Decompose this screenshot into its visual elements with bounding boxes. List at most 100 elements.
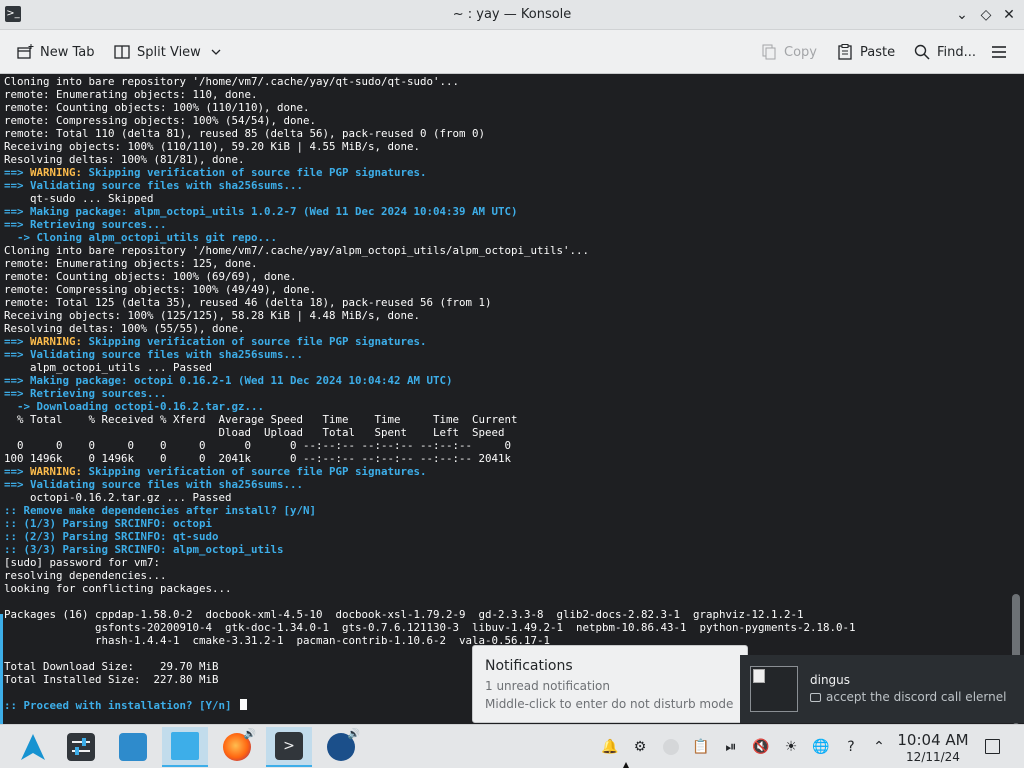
kde-connect-icon[interactable]: ⚙ <box>630 737 650 757</box>
clock-date[interactable]: 12/11/24 <box>886 750 980 764</box>
terminal-text: octopi-0.16.2.tar.gz ... Passed <box>4 491 232 504</box>
terminal-line: Dload Upload Total Spent Left Speed <box>4 426 856 439</box>
terminal-text: ==> <box>4 205 31 218</box>
terminal-line: ==> WARNING: Skipping verification of so… <box>4 166 856 179</box>
split-view-label: Split View <box>137 44 201 60</box>
terminal-text: Cloning into bare repository '/home/vm7/… <box>4 75 460 88</box>
terminal-text: resolving dependencies... <box>4 569 167 582</box>
hamburger-menu-icon <box>992 46 1006 58</box>
terminal-line: remote: Enumerating objects: 110, done. <box>4 88 856 101</box>
clipboard-icon[interactable]: 📋 <box>691 737 711 757</box>
paste-label: Paste <box>860 44 896 60</box>
terminal-text: WARNING: <box>30 166 83 179</box>
terminal-text: Making package: octopi 0.16.2-1 (Wed 11 … <box>30 374 453 387</box>
help-icon[interactable]: ? <box>841 737 861 757</box>
terminal-line: remote: Enumerating objects: 125, done. <box>4 257 856 270</box>
brightness-icon[interactable]: ☀ <box>781 737 801 757</box>
new-tab-label: New Tab <box>40 44 95 60</box>
terminal-line: remote: Counting objects: 100% (69/69), … <box>4 270 856 283</box>
terminal-line: remote: Total 125 (delta 35), reused 46 … <box>4 296 856 309</box>
shopping-bag-icon <box>119 733 147 761</box>
terminal-line: looking for conflicting packages... <box>4 582 856 595</box>
konsole-task[interactable]: > <box>266 727 312 767</box>
search-icon <box>914 44 930 60</box>
terminal-line: :: (3/3) Parsing SRCINFO: alpm_octopi_ut… <box>4 543 856 556</box>
terminal-text: rhash-1.4.4-1 cmake-3.31.2-1 pacman-cont… <box>4 634 551 647</box>
terminal-text: remote: Total 110 (delta 81), reused 85 … <box>4 127 486 140</box>
paste-button[interactable]: Paste <box>836 39 895 65</box>
terminal-line: :: Remove make dependencies after instal… <box>4 504 856 517</box>
terminal-line: Cloning into bare repository '/home/vm7/… <box>4 75 856 88</box>
arch-linux-icon <box>21 734 45 760</box>
close-icon[interactable]: ✕ <box>999 5 1019 25</box>
terminal-line: remote: Total 110 (delta 81), reused 85 … <box>4 127 856 140</box>
minimize-icon[interactable]: ⌄ <box>952 5 972 25</box>
audio-playing-icon: 🔊 <box>243 729 256 740</box>
terminal-text: ==> <box>4 348 31 361</box>
discover-store-task[interactable] <box>110 727 156 767</box>
terminal-line: ==> Validating source files with sha256s… <box>4 478 856 491</box>
terminal-text: -> <box>4 231 37 244</box>
terminal-text: WARNING: <box>30 465 83 478</box>
terminal-text: 100 1496k 0 1496k 0 0 2041k 0 --:--:-- -… <box>4 452 512 465</box>
split-view-button[interactable]: Split View <box>113 39 225 65</box>
taskbar: 🔊 > 🔊 🔔 ⚙ 📋 ⏯ 🔇 ☀ 🌐 ? ⌃ 10:04 AM 12/11/2… <box>0 724 1024 768</box>
media-player-icon[interactable]: ⏯ <box>721 737 741 757</box>
terminal-line: resolving dependencies... <box>4 569 856 582</box>
terminal-text: remote: Total 125 (delta 35), reused 46 … <box>4 296 492 309</box>
terminal-text: Dload Upload Total Spent Left Speed <box>4 426 505 439</box>
title-bar: >_ ~ : yay — Konsole ⌄ ◇ ✕ <box>0 0 1024 30</box>
terminal-text: ==> <box>4 335 31 348</box>
system-settings-task[interactable] <box>58 727 104 767</box>
clock-time[interactable]: 10:04 AM <box>886 731 980 749</box>
notification-toast[interactable]: dingus accept the discord call elernel <box>740 655 1024 723</box>
settings-sliders-icon <box>67 733 95 761</box>
terminal-text: ==> <box>4 218 31 231</box>
message-icon <box>810 693 821 702</box>
notifications-popup[interactable]: Notifications 1 unread notification Midd… <box>472 645 748 723</box>
find-button[interactable]: Find... <box>913 39 976 65</box>
terminal-line: Packages (16) cppdap-1.58.0-2 docbook-xm… <box>4 608 856 621</box>
application-launcher-button[interactable] <box>10 727 56 767</box>
status-indicator-icon[interactable] <box>661 737 681 757</box>
file-manager-task[interactable] <box>162 727 208 767</box>
firefox-task[interactable]: 🔊 <box>214 727 260 767</box>
terminal-text: Validating source files with sha256sums.… <box>30 179 304 192</box>
notifications-title: Notifications <box>485 658 573 674</box>
network-icon[interactable]: 🌐 <box>811 737 831 757</box>
terminal-line: ==> Making package: alpm_octopi_utils 1.… <box>4 205 856 218</box>
terminal-view[interactable]: Cloning into bare repository '/home/vm7/… <box>0 74 1024 724</box>
terminal-line: ==> WARNING: Skipping verification of so… <box>4 335 856 348</box>
new-tab-button[interactable]: New Tab <box>16 39 95 65</box>
terminal-text: remote: Enumerating objects: 110, done. <box>4 88 258 101</box>
maximize-icon[interactable]: ◇ <box>976 5 996 25</box>
notification-bell-icon[interactable]: 🔔 <box>600 737 620 757</box>
copy-button[interactable]: Copy <box>760 39 817 65</box>
terminal-line: remote: Compressing objects: 100% (54/54… <box>4 114 856 127</box>
terminal-line: Resolving deltas: 100% (81/81), done. <box>4 153 856 166</box>
terminal-line: ==> Making package: octopi 0.16.2-1 (Wed… <box>4 374 856 387</box>
copy-label: Copy <box>784 44 817 60</box>
volume-muted-icon[interactable]: 🔇 <box>751 737 771 757</box>
hamburger-menu-button[interactable] <box>990 39 1008 65</box>
terminal-text: looking for conflicting packages... <box>4 582 232 595</box>
terminal-text: ==> <box>4 166 31 179</box>
split-view-icon <box>114 45 130 59</box>
show-desktop-button[interactable] <box>985 739 1000 754</box>
scroll-position-marker <box>0 614 3 724</box>
terminal-text: Resolving deltas: 100% (55/55), done. <box>4 322 245 335</box>
steam-task[interactable]: 🔊 <box>318 727 364 767</box>
terminal-text: ==> <box>4 374 31 387</box>
terminal-text: remote: Compressing objects: 100% (49/49… <box>4 283 317 296</box>
notification-message: accept the discord call elernel <box>810 690 1006 704</box>
terminal-line: 100 1496k 0 1496k 0 0 2041k 0 --:--:-- -… <box>4 452 856 465</box>
toolbar: New Tab Split View Copy Paste Find... <box>0 30 1024 74</box>
terminal-line: remote: Compressing objects: 100% (49/49… <box>4 283 856 296</box>
chevron-down-icon[interactable] <box>207 43 225 61</box>
terminal-text: Resolving deltas: 100% (81/81), done. <box>4 153 245 166</box>
terminal-line: -> Cloning alpm_octopi_utils git repo... <box>4 231 856 244</box>
terminal-line: 0 0 0 0 0 0 0 0 --:--:-- --:--:-- --:--:… <box>4 439 856 452</box>
folder-icon <box>171 732 199 760</box>
terminal-line: :: (1/3) Parsing SRCINFO: octopi <box>4 517 856 530</box>
terminal-text: ==> <box>4 179 31 192</box>
